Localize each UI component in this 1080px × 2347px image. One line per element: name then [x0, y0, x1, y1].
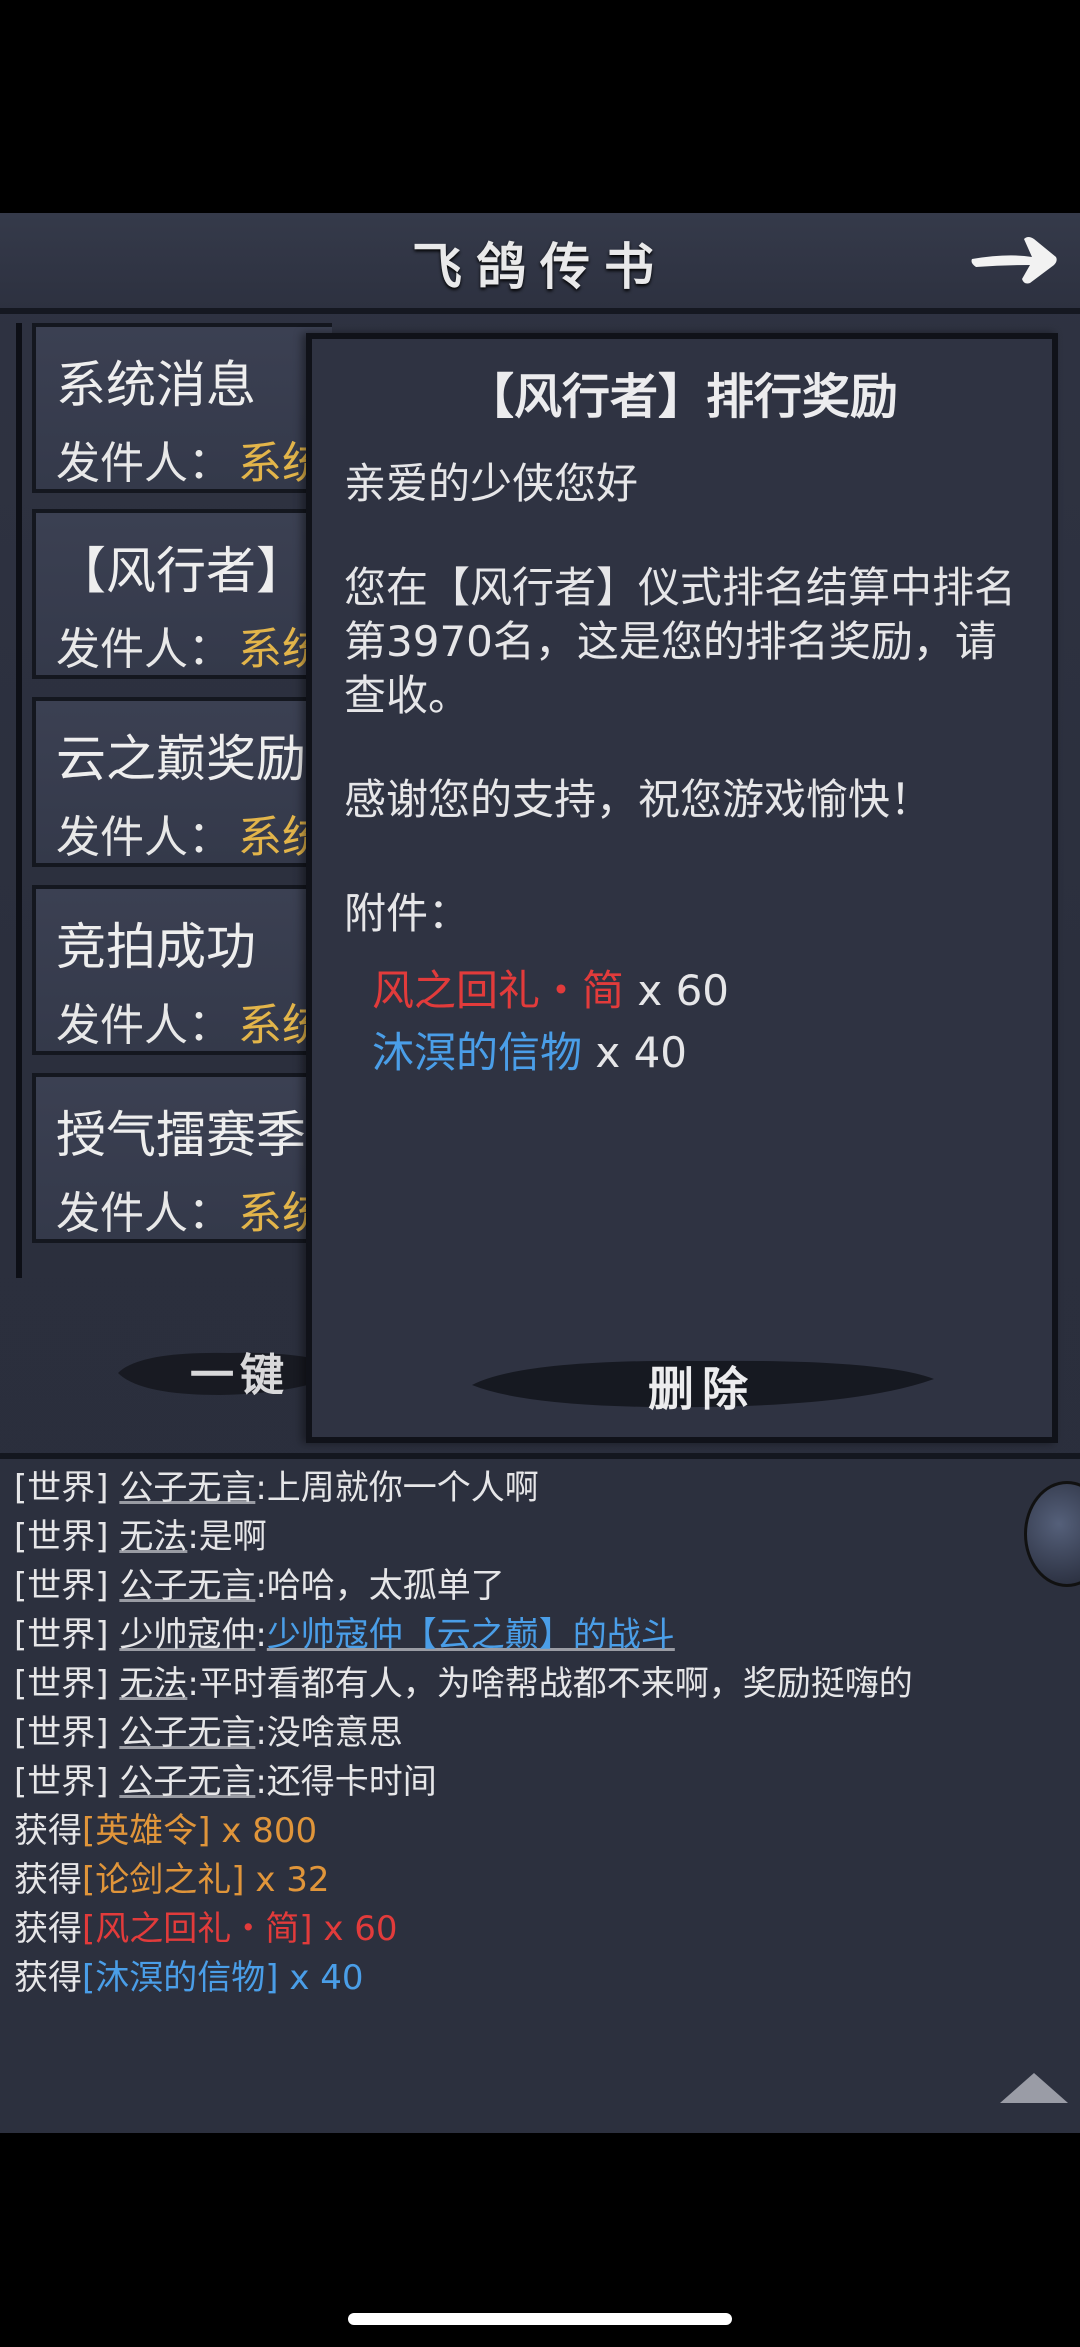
reward-prefix: 获得	[14, 1909, 82, 1949]
chat-username[interactable]: 公子无言	[119, 1468, 255, 1508]
sender-label: 发件人：	[56, 438, 232, 489]
chat-message: :还得卡时间	[255, 1762, 437, 1802]
attachment-label: 附件：	[344, 889, 471, 938]
reward-item[interactable]: [风之回礼・简]	[82, 1909, 313, 1949]
detail-body: 您在【风行者】仪式排名结算中排名第3970名，这是您的排名奖励，请查收。	[344, 563, 1017, 720]
sender-label: 发件人：	[56, 624, 232, 675]
chat-line: [世界] 公子无言:上周就你一个人啊	[14, 1465, 539, 1511]
chat-username[interactable]: 公子无言	[119, 1713, 255, 1753]
reward-prefix: 获得	[14, 1860, 82, 1900]
reward-qty: x 40	[278, 1958, 364, 1998]
reward-qty: x 32	[244, 1860, 330, 1900]
mail-title: 竞拍成功	[56, 918, 256, 976]
chat-channel: [世界]	[14, 1566, 109, 1606]
detail-greeting: 亲爱的少侠您好	[344, 459, 639, 508]
chat-username[interactable]: 无法	[119, 1517, 187, 1557]
mail-item[interactable]: 【风行者】排 发件人： 系统	[32, 509, 356, 679]
reward-prefix: 获得	[14, 1958, 82, 1998]
chat-line: [世界] 公子无言:没啥意思	[14, 1710, 403, 1756]
reward-line: 获得[风之回礼・简] x 60	[14, 1906, 398, 1952]
attachment-qty: x 40	[595, 1028, 688, 1077]
header-bar: 飞鸽传书	[0, 213, 1080, 314]
scroll-up-triangle-icon[interactable]	[1000, 2073, 1068, 2103]
mail-item[interactable]: 授气擂赛季 发件人： 系统	[32, 1073, 332, 1243]
battle-link[interactable]: 少帅寇仲【云之巅】的战斗	[267, 1615, 675, 1655]
mail-title: 系统消息	[56, 356, 256, 414]
mail-list: 系统消息 发件人： 系统 【风行者】排 发件人： 系统 云之巅奖励 发件人： 系…	[16, 323, 356, 1278]
chat-channel: [世界]	[14, 1713, 109, 1753]
reward-line: 获得[英雄令] x 800	[14, 1808, 317, 1854]
chat-message: :是啊	[187, 1517, 267, 1557]
chat-channel: [世界]	[14, 1664, 109, 1704]
attachment-name: 风之回礼・简	[372, 966, 625, 1015]
detail-title: 【风行者】排行奖励	[465, 369, 898, 425]
sender-label: 发件人：	[56, 1000, 232, 1051]
sender-label: 发件人：	[56, 1188, 232, 1239]
chat-line: [世界] 公子无言:还得卡时间	[14, 1759, 437, 1805]
chat-message: :哈哈，太孤单了	[255, 1566, 505, 1606]
chat-username[interactable]: 公子无言	[119, 1762, 255, 1802]
reward-item[interactable]: [论剑之礼]	[82, 1860, 245, 1900]
chat-message: :没啥意思	[255, 1713, 403, 1753]
reward-qty: x 60	[312, 1909, 398, 1949]
chat-line: [世界] 无法:平时看都有人，为啥帮战都不来啊，奖励挺嗨的	[14, 1661, 913, 1707]
attachment-item[interactable]: 沐溟的信物 x 40	[372, 1019, 687, 1080]
mail-item[interactable]: 系统消息 发件人： 系统	[32, 323, 332, 493]
chat-message: :上周就你一个人啊	[255, 1468, 539, 1508]
attachment-item[interactable]: 风之回礼・简 x 60	[372, 957, 729, 1018]
chat-username[interactable]: 无法	[119, 1664, 187, 1704]
chat-channel: [世界]	[14, 1762, 109, 1802]
mail-item[interactable]: 竞拍成功 发件人： 系统	[32, 885, 332, 1055]
chat-message: :	[255, 1615, 267, 1655]
delete-label: 删除	[648, 1362, 756, 1416]
mail-item[interactable]: 云之巅奖励 发件人： 系统	[32, 697, 332, 867]
one-key-label: 一键	[190, 1350, 290, 1401]
page-title: 飞鸽传书	[412, 237, 668, 296]
chat-channel: [世界]	[14, 1517, 109, 1557]
attachment-qty: x 60	[637, 966, 730, 1015]
reward-qty: x 800	[210, 1811, 318, 1851]
mail-detail-panel: 【风行者】排行奖励 亲爱的少侠您好 您在【风行者】仪式排名结算中排名第3970名…	[306, 333, 1058, 1443]
chat-message: :平时看都有人，为啥帮战都不来啊，奖励挺嗨的	[187, 1664, 913, 1704]
sender-label: 发件人：	[56, 812, 232, 863]
chat-username[interactable]: 少帅寇仲	[119, 1615, 255, 1655]
game-screen: 飞鸽传书 系统消息 发件人： 系统 【风行者】排 发件人： 系统 云之巅奖励 发…	[0, 213, 1080, 2133]
chat-panel[interactable]: [世界] 公子无言:上周就你一个人啊 [世界] 无法:是啊 [世界] 公子无言:…	[0, 1453, 1080, 2133]
reward-item[interactable]: [沐溟的信物]	[82, 1958, 279, 1998]
back-arrow-icon[interactable]	[968, 223, 1060, 293]
home-indicator[interactable]	[348, 2313, 732, 2325]
detail-thanks: 感谢您的支持，祝您游戏愉快！	[344, 775, 933, 824]
chat-line: [世界] 无法:是啊	[14, 1514, 267, 1560]
chat-line: [世界] 公子无言:哈哈，太孤单了	[14, 1563, 505, 1609]
attachment-name: 沐溟的信物	[372, 1028, 583, 1077]
chat-username[interactable]: 公子无言	[119, 1566, 255, 1606]
chat-channel: [世界]	[14, 1468, 109, 1508]
reward-line: 获得[论剑之礼] x 32	[14, 1857, 330, 1903]
chat-line: [世界] 少帅寇仲:少帅寇仲【云之巅】的战斗	[14, 1612, 675, 1658]
reward-prefix: 获得	[14, 1811, 82, 1851]
chat-channel: [世界]	[14, 1615, 109, 1655]
mail-title: 授气擂赛季	[56, 1106, 306, 1164]
reward-line: 获得[沐溟的信物] x 40	[14, 1955, 364, 2001]
mail-title: 云之巅奖励	[56, 730, 306, 788]
delete-button[interactable]: 删除	[462, 1339, 942, 1429]
reward-item[interactable]: [英雄令]	[82, 1811, 211, 1851]
